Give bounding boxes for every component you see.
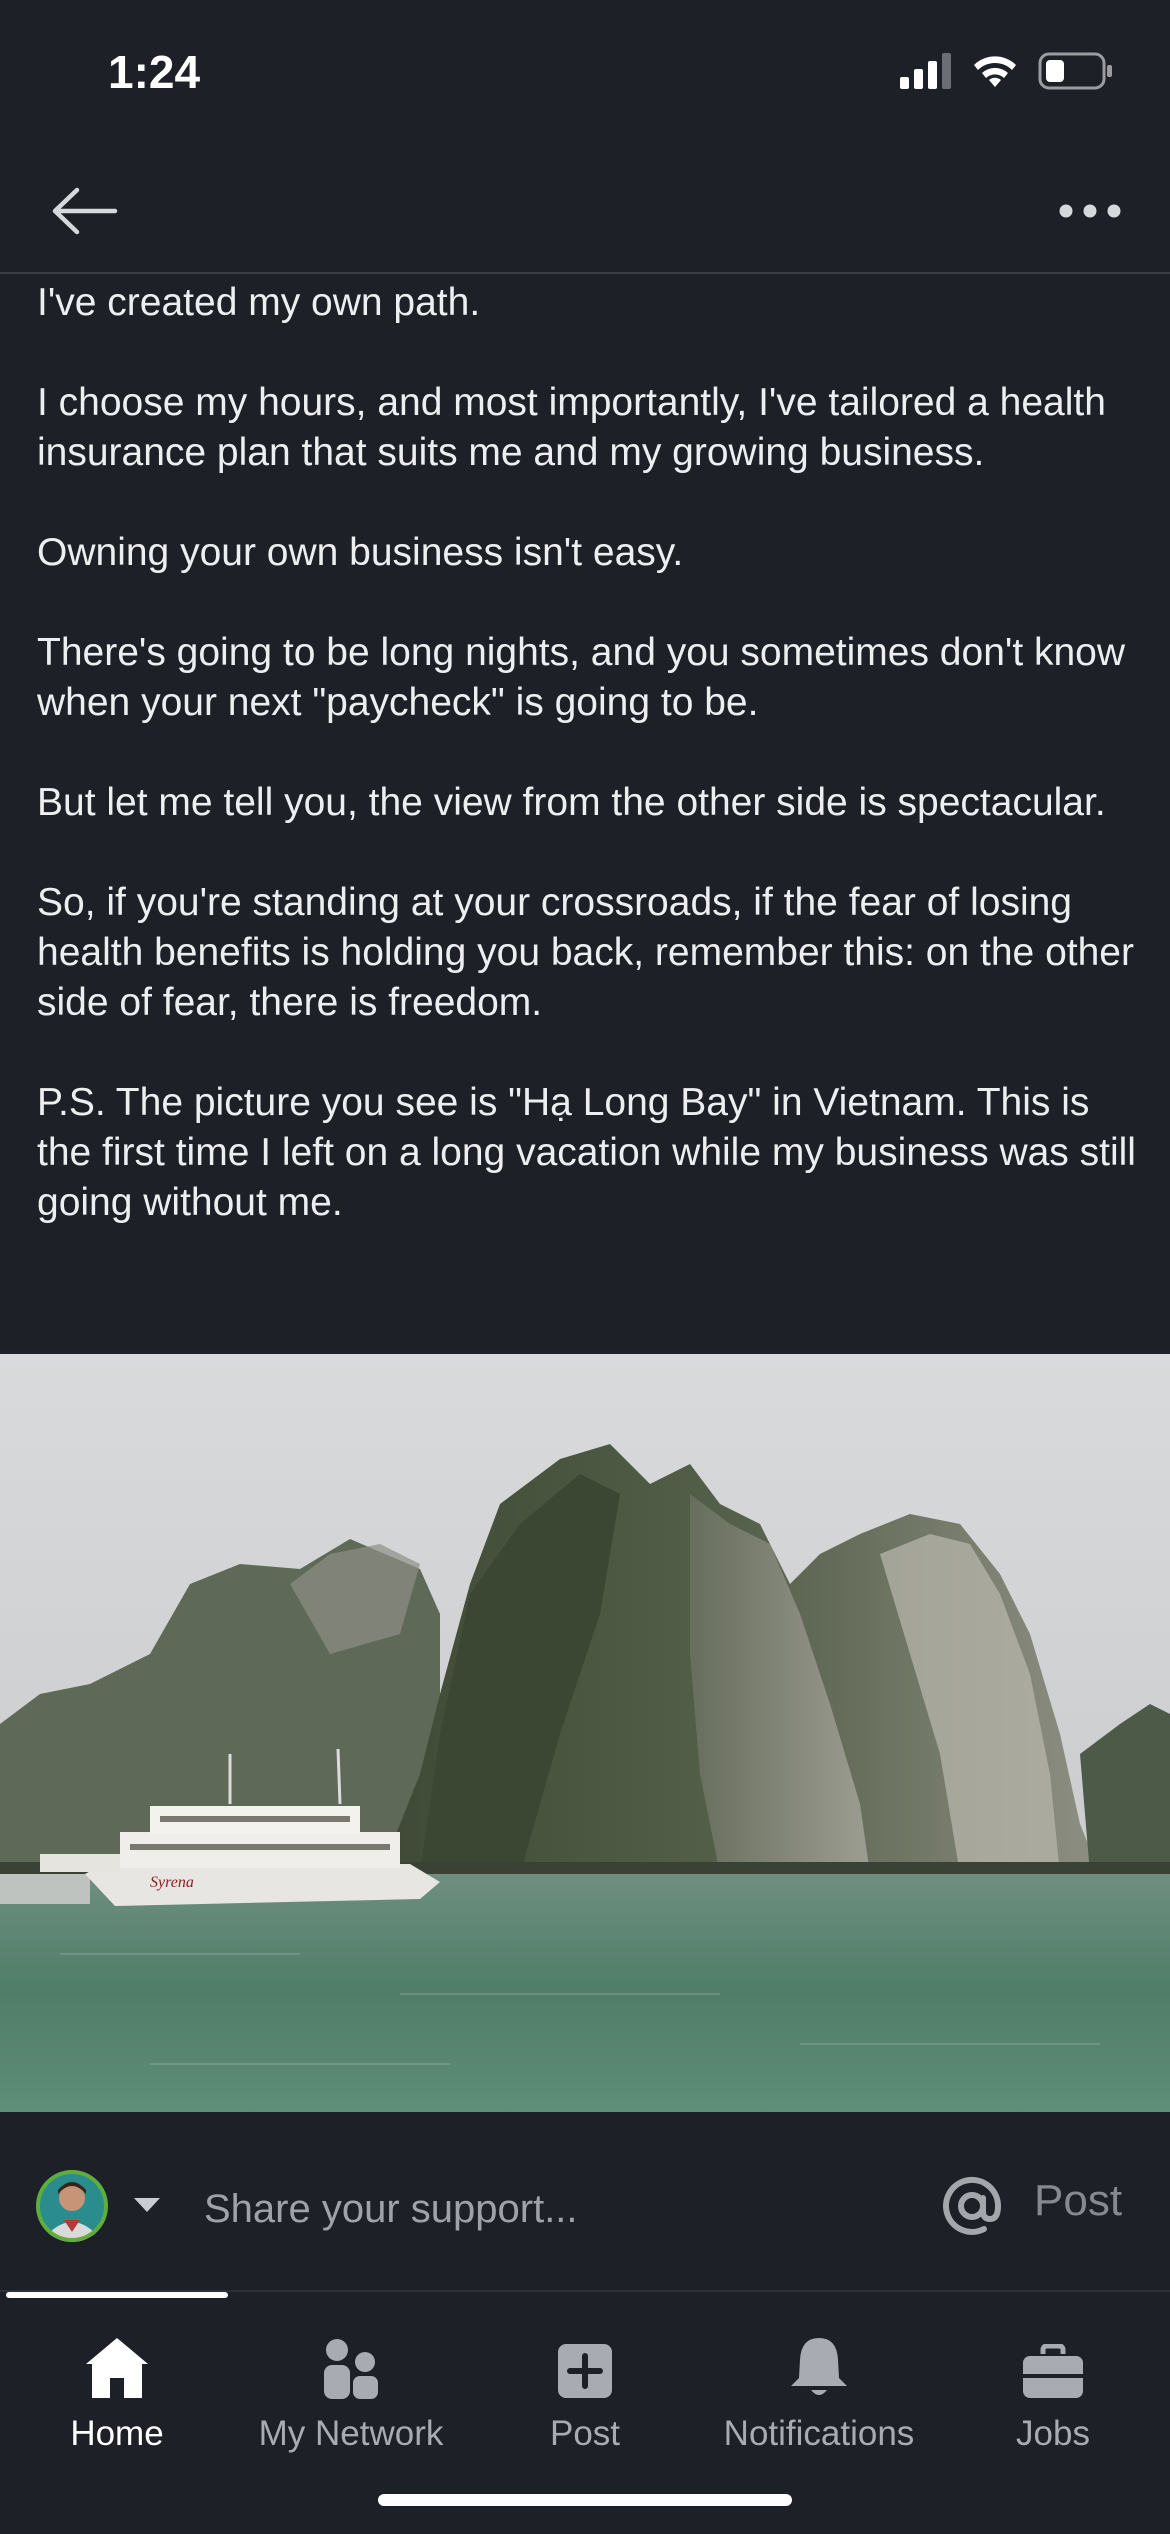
active-tab-indicator — [6, 2292, 228, 2298]
nav-bar — [0, 150, 1170, 274]
comment-bar: Post — [0, 2112, 1170, 2290]
user-avatar-icon — [36, 2170, 108, 2242]
more-horizontal-icon — [1059, 204, 1121, 218]
back-button[interactable] — [44, 178, 124, 244]
tab-notifications[interactable]: Notifications — [702, 2312, 936, 2462]
tab-label: Jobs — [1016, 2414, 1090, 2453]
tab-label: Home — [70, 2414, 164, 2453]
home-indicator — [378, 2494, 792, 2506]
avatar-dropdown-button[interactable] — [132, 2196, 162, 2219]
caret-down-icon — [134, 2198, 160, 2212]
arrow-left-icon — [52, 187, 118, 235]
status-bar: 1:24 — [0, 0, 1170, 150]
ha-long-bay-image: Syrena — [0, 1354, 1170, 2112]
plus-square-icon — [558, 2344, 612, 2398]
tab-post[interactable]: Post — [468, 2312, 702, 2462]
status-time: 1:24 — [108, 46, 201, 98]
bell-icon — [791, 2338, 847, 2395]
tab-my-network[interactable]: My Network — [234, 2312, 468, 2462]
cellular-signal-icon — [900, 53, 951, 89]
tab-label: Notifications — [723, 2414, 915, 2453]
at-sign-icon — [943, 2176, 1002, 2235]
avatar[interactable] — [36, 2170, 108, 2242]
more-options-button[interactable] — [1050, 178, 1130, 244]
comment-input[interactable] — [202, 2172, 906, 2246]
post-paragraph: Owning your own business isn't easy. — [37, 531, 684, 574]
mention-button[interactable] — [936, 2170, 1008, 2242]
battery-icon — [1038, 52, 1112, 90]
wifi-icon — [974, 56, 1016, 87]
post-paragraph: I choose my hours, and most importantly,… — [37, 381, 1106, 474]
tab-jobs[interactable]: Jobs — [936, 2312, 1170, 2462]
home-icon — [86, 2338, 148, 2398]
briefcase-icon — [1023, 2344, 1083, 2398]
network-icon — [324, 2339, 378, 2399]
post-comment-button[interactable]: Post — [1034, 2176, 1122, 2226]
post-paragraph: P.S. The picture you see is "Hạ Long Bay… — [37, 1081, 1136, 1224]
post-paragraph: I've created my own path. — [37, 281, 481, 324]
post-photo[interactable]: Syrena — [0, 1354, 1170, 2112]
post-paragraph: There's going to be long nights, and you… — [37, 631, 1126, 724]
tab-home[interactable]: Home — [0, 2312, 234, 2462]
tab-label: Post — [549, 2414, 621, 2453]
post-paragraph: But let me tell you, the view from the o… — [37, 781, 1106, 824]
tab-label: My Network — [258, 2414, 444, 2453]
status-icons — [900, 52, 1114, 90]
post-body: I've created my own path. I choose my ho… — [37, 272, 1137, 1228]
post-paragraph: So, if you're standing at your crossroad… — [37, 881, 1134, 1024]
boat-name: Syrena — [150, 1874, 194, 1891]
